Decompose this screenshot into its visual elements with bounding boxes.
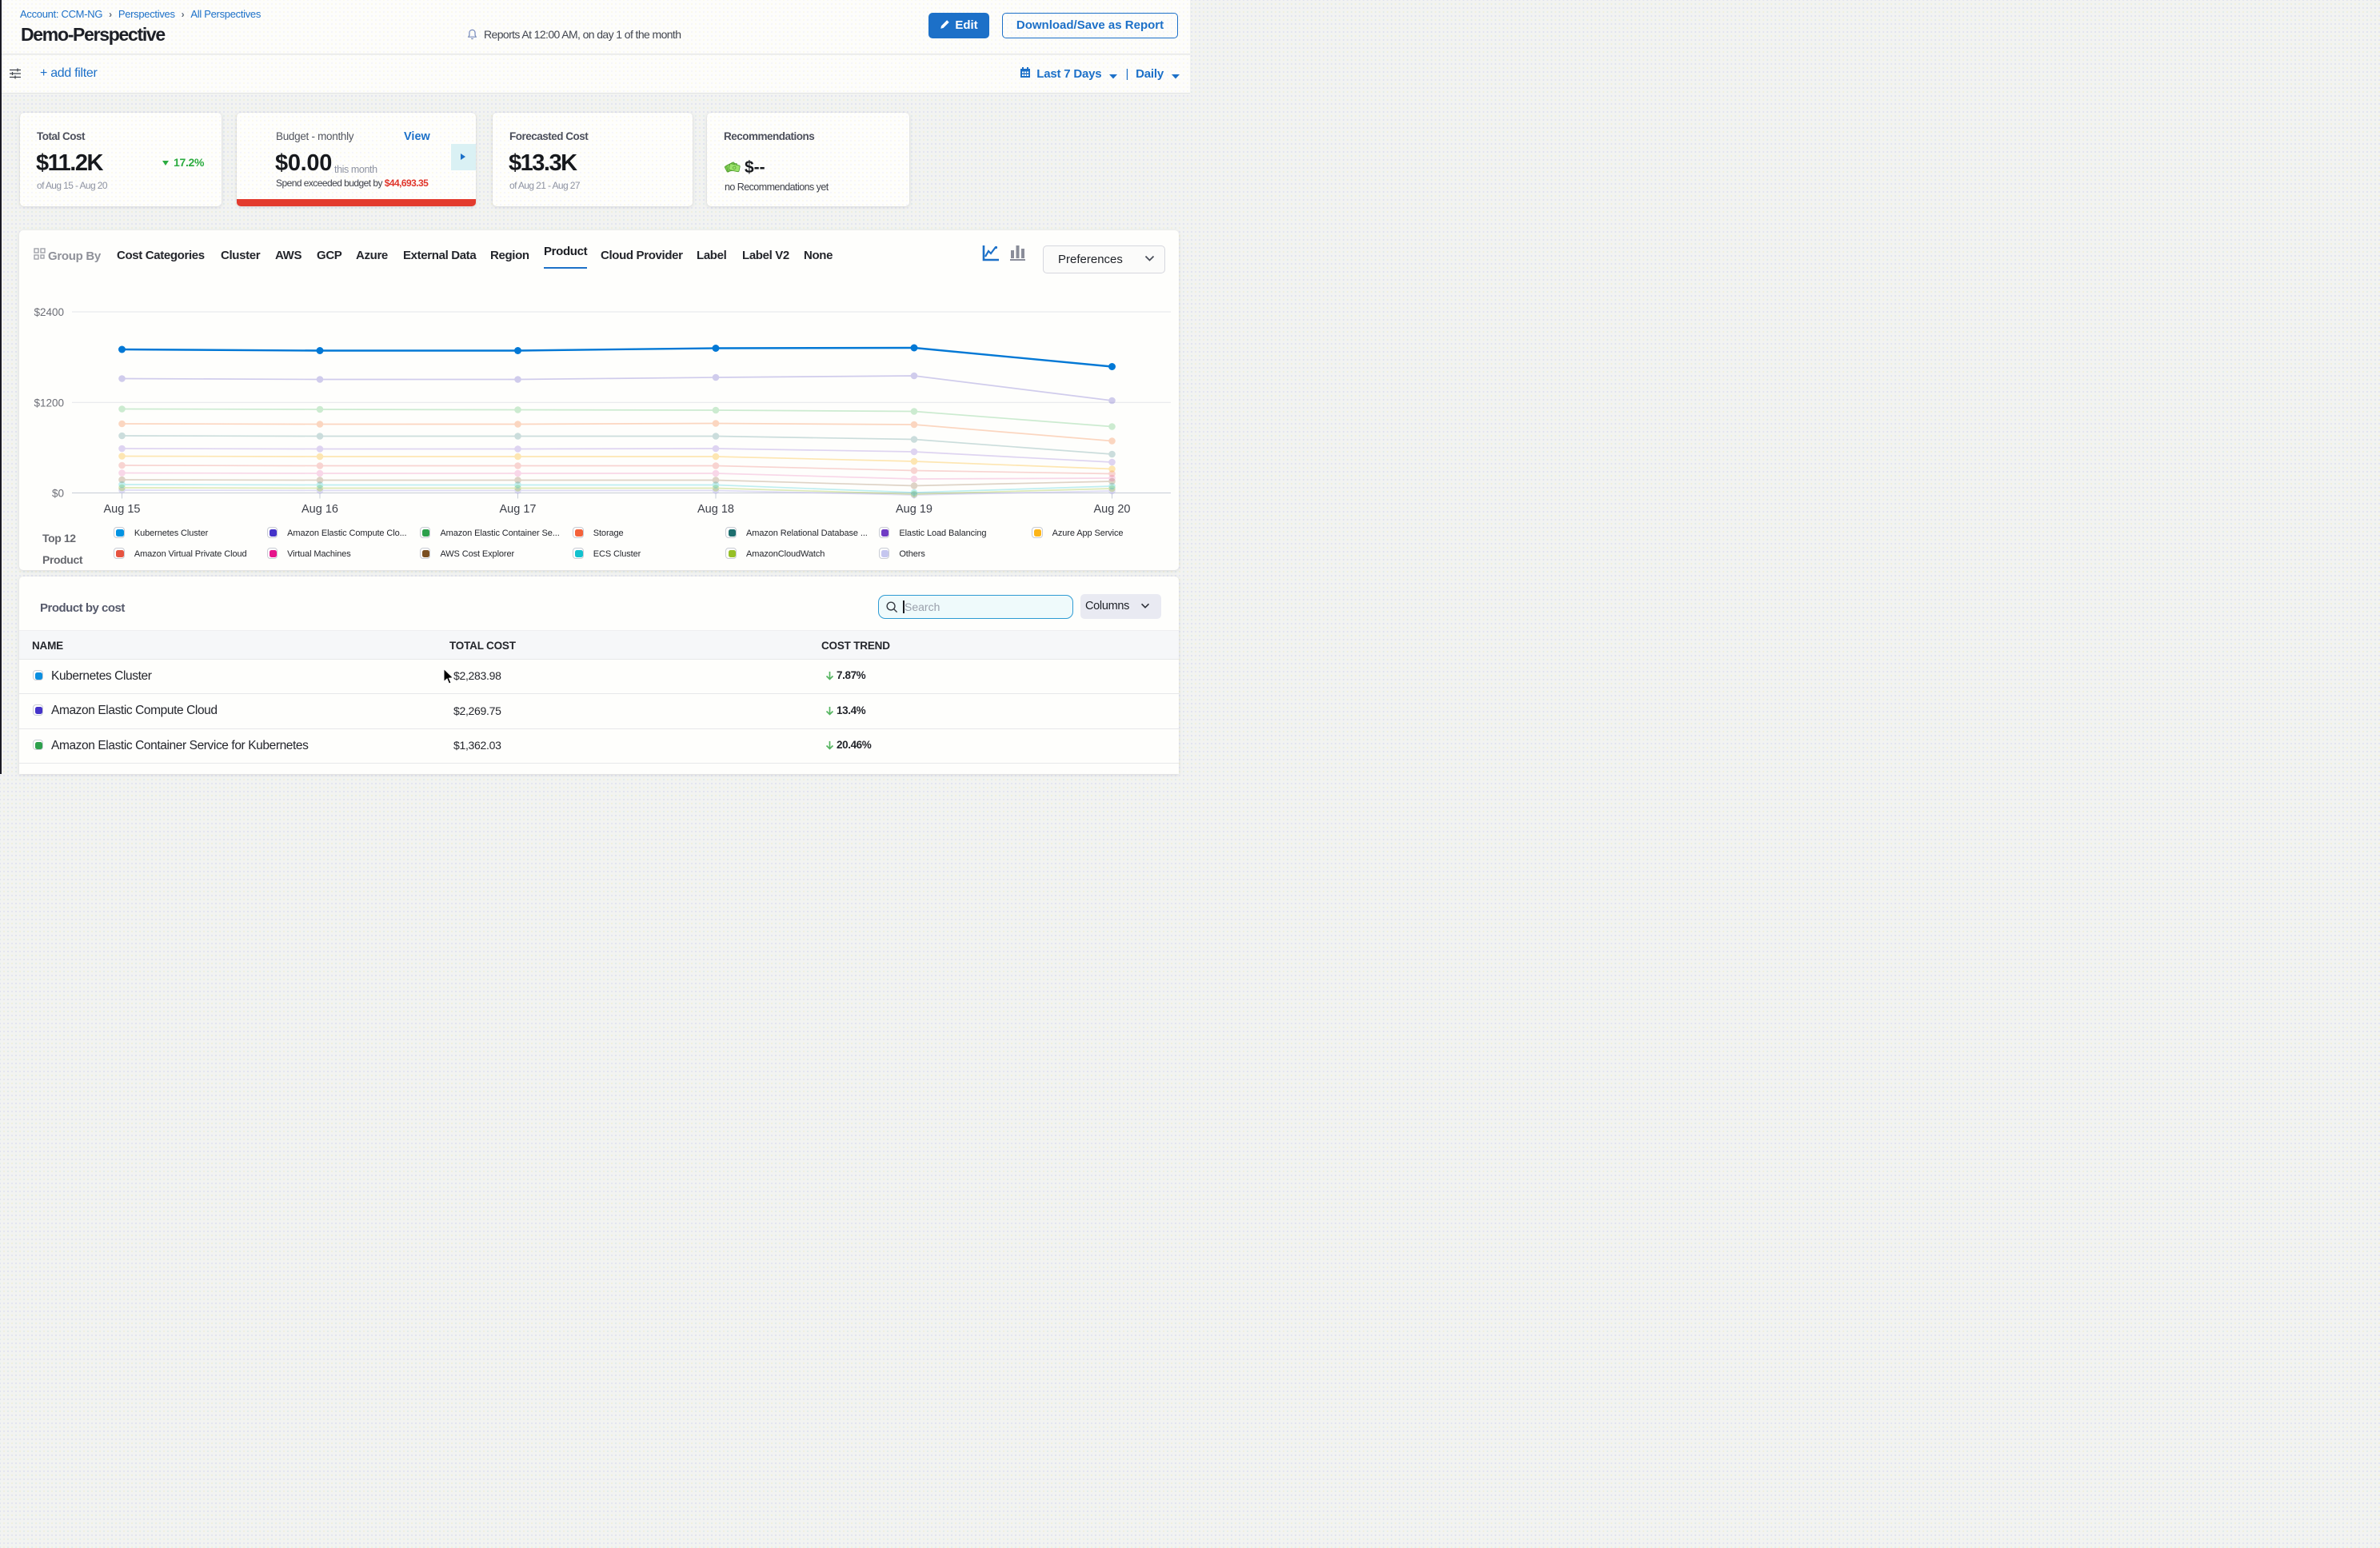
svg-text:Aug 20: Aug 20 [1094, 503, 1131, 516]
svg-text:Aug 19: Aug 19 [896, 503, 932, 516]
svg-text:Aug 18: Aug 18 [697, 503, 734, 516]
svg-text:$1200: $1200 [34, 397, 64, 409]
svg-text:Aug 15: Aug 15 [104, 503, 141, 516]
svg-text:Aug 17: Aug 17 [500, 503, 537, 516]
svg-text:$0: $0 [52, 488, 64, 500]
svg-text:$2400: $2400 [34, 306, 64, 318]
svg-text:Aug 16: Aug 16 [301, 503, 338, 516]
